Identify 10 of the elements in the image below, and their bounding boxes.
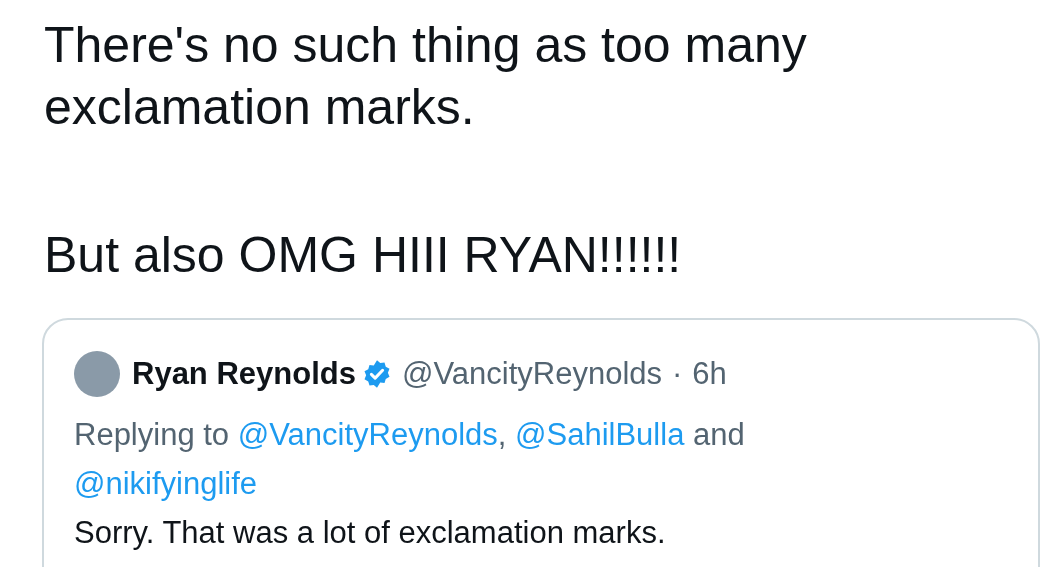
reply-context: Replying to @VancityReynolds, @SahilBulla and @nikifyinglife: [74, 416, 746, 503]
author-handle[interactable]: @VancityReynolds: [401, 356, 663, 392]
tweet-text: There's no such thing as too many exclamation marks.: [44, 16, 808, 137]
tweet-text: But also OMG HIII RYAN!!!!!!: [44, 226, 683, 285]
quoted-tweet-text: Sorry. That was a lot of exclamation marks.: [74, 514, 667, 552]
separator: ·: [672, 356, 683, 392]
author-name[interactable]: Ryan Reynolds: [132, 356, 356, 392]
quoted-tweet-card[interactable]: Ryan Reynolds @VancityReynolds · 6h Replying to @VancityReynolds, @SahilBulla and @nikifyinglife Sorry. That was a lot of exclamation marks.: [42, 318, 1040, 567]
avatar[interactable]: [74, 351, 120, 397]
timestamp[interactable]: 6h: [692, 356, 727, 392]
